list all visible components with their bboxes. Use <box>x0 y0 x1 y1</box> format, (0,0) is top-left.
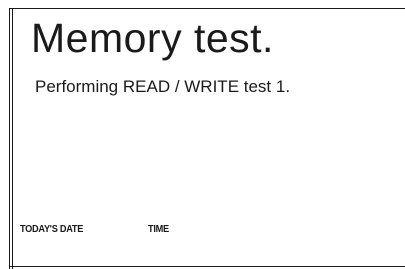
frame-bottom-border <box>9 266 405 267</box>
memory-test-screen: Memory test. Performing READ / WRITE tes… <box>0 0 405 269</box>
time-label: TIME <box>148 224 169 235</box>
status-message: Performing READ / WRITE test 1. <box>35 77 291 96</box>
page-title: Memory test. <box>31 15 274 61</box>
todays-date-label: TODAY'S DATE <box>20 224 84 235</box>
frame-left-border-outer <box>9 8 10 269</box>
frame-top-border <box>9 8 405 9</box>
frame-left-border-inner <box>12 8 13 269</box>
